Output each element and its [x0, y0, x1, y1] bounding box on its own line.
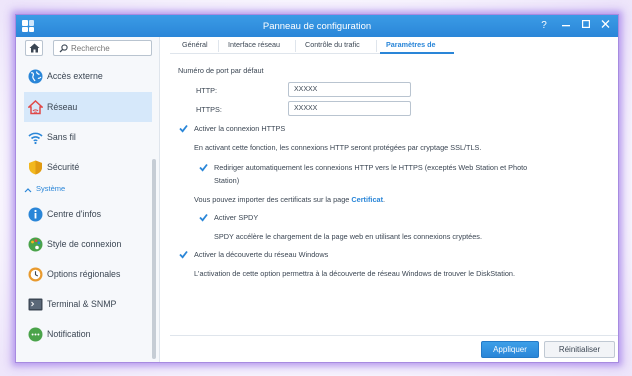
enable-discovery-checkbox[interactable] [179, 250, 188, 259]
https-port-input[interactable] [289, 102, 410, 115]
sidebar: Accès externe Réseau Sans fil [16, 37, 160, 362]
maximize-icon[interactable] [579, 19, 593, 33]
sidebar-section-label: Système [36, 184, 66, 193]
certificate-note: Vous pouvez importer des certificats sur… [194, 195, 385, 204]
apply-button[interactable]: Appliquer [481, 341, 539, 358]
footer-divider [170, 335, 618, 336]
sidebar-section-system[interactable]: Système [24, 184, 152, 196]
tab-general[interactable]: Général [182, 40, 208, 49]
redirect-https-checkbox[interactable] [199, 163, 208, 172]
shield-icon [29, 160, 42, 175]
wifi-icon [28, 132, 43, 145]
sidebar-item-label: Options régionales [47, 269, 121, 279]
home-icon [29, 43, 40, 53]
sidebar-item-notification[interactable]: Notification [24, 319, 152, 349]
globe-icon [28, 69, 43, 84]
terminal-icon [28, 298, 43, 311]
enable-spdy-checkbox[interactable] [199, 213, 208, 222]
certificate-note-text: Vous pouvez importer des certificats sur… [194, 195, 350, 204]
reset-button[interactable]: Réinitialiser [544, 341, 615, 358]
https-label: HTTPS: [196, 105, 222, 114]
title-bar[interactable]: Panneau de configuration ? [16, 15, 618, 37]
redirect-https-label: Rediriger automatiquement les connexions… [214, 163, 528, 172]
sidebar-item-label: Sécurité [47, 162, 80, 172]
sidebar-item-label: Centre d'infos [47, 209, 102, 219]
sidebar-item-label: Sans fil [47, 132, 76, 142]
enable-discovery-description: L'activation de cette option permettra à… [194, 269, 516, 278]
search-box[interactable] [53, 40, 152, 56]
settings-panel: Numéro de port par défaut HTTP: HTTPS: A… [170, 55, 618, 335]
sidebar-item-label: Réseau [47, 102, 78, 112]
http-port-input[interactable] [289, 83, 410, 96]
port-heading: Numéro de port par défaut [178, 66, 264, 75]
enable-https-label: Activer la connexion HTTPS [194, 124, 286, 133]
sidebar-item-label: Terminal & SNMP [47, 299, 117, 309]
close-icon[interactable] [598, 19, 612, 33]
tab-network-interface[interactable]: Interface réseau [228, 40, 280, 49]
http-port-field[interactable] [288, 82, 411, 97]
enable-https-description: En activant cette fonction, les connexio… [194, 143, 482, 152]
window-title: Panneau de configuration [262, 21, 372, 32]
search-icon [59, 44, 68, 53]
clock-icon [28, 267, 43, 282]
enable-https-checkbox[interactable] [179, 124, 188, 133]
home-button[interactable] [25, 40, 43, 56]
https-port-field[interactable] [288, 101, 411, 116]
chat-icon [28, 327, 43, 342]
sidebar-item-wireless[interactable]: Sans fil [24, 122, 152, 152]
sidebar-item-label: Accès externe [47, 71, 103, 81]
redirect-https-label-cont: Station) [214, 176, 240, 185]
tab-settings[interactable]: Paramètres de [386, 40, 436, 49]
minimize-icon[interactable] [559, 19, 573, 33]
tab-bar: Général Interface réseau Contrôle du tra… [170, 37, 454, 54]
active-tab-indicator [380, 52, 454, 54]
question-icon[interactable]: ? [537, 19, 551, 33]
sidebar-item-login-style[interactable]: Style de connexion [24, 229, 152, 259]
palette-icon [28, 237, 43, 252]
sidebar-item-terminal-snmp[interactable]: Terminal & SNMP [24, 289, 152, 319]
tab-divider [376, 40, 377, 52]
tab-traffic-control[interactable]: Contrôle du trafic [305, 40, 360, 49]
sidebar-item-label: Notification [47, 329, 91, 339]
info-icon [28, 207, 43, 222]
enable-discovery-label: Activer la découverte du réseau Windows [194, 250, 329, 259]
control-panel-window: Panneau de configuration ? Recherche Acc… [15, 14, 619, 363]
sidebar-scrollbar[interactable] [152, 159, 156, 359]
sidebar-item-label: Style de connexion [47, 239, 122, 249]
sidebar-item-network[interactable]: Réseau [24, 92, 152, 122]
http-label: HTTP: [196, 86, 218, 95]
sidebar-item-external-access[interactable]: Accès externe [24, 61, 152, 91]
certificate-link[interactable]: Certificat [351, 195, 383, 204]
search-input[interactable] [71, 42, 149, 54]
certificate-note-end: . [383, 195, 386, 204]
sidebar-item-security[interactable]: Sécurité [24, 152, 152, 182]
sidebar-item-regional-options[interactable]: Options régionales [24, 259, 152, 289]
enable-spdy-label: Activer SPDY [214, 213, 259, 222]
sidebar-item-info-center[interactable]: Centre d'infos [24, 199, 152, 229]
tab-divider [295, 40, 296, 52]
enable-spdy-description: SPDY accélère le chargement de la page w… [214, 232, 482, 241]
home-network-icon [28, 100, 43, 115]
tab-divider [218, 40, 219, 52]
chevron-up-icon [24, 188, 32, 193]
